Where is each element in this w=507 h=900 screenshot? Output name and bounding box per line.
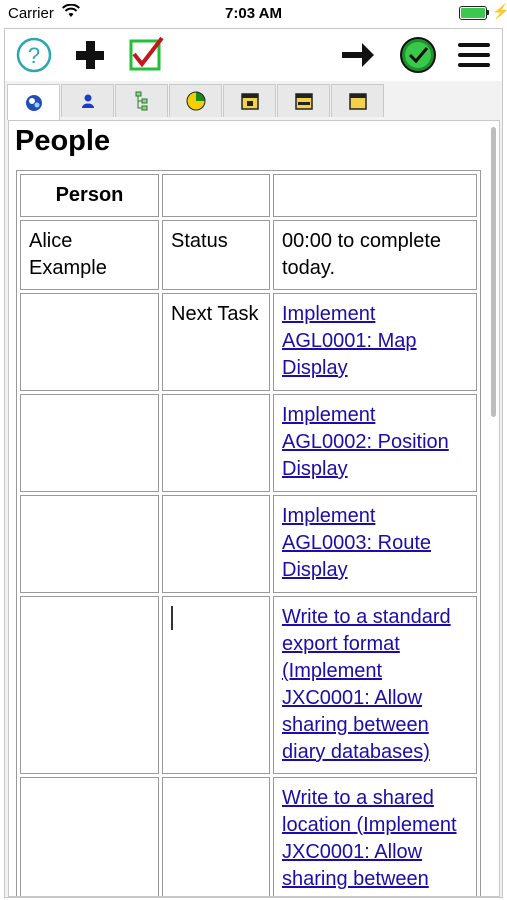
table-row: Write to a standard export format (Imple…: [20, 596, 477, 774]
tab-calendar-week[interactable]: [277, 84, 330, 117]
sync-button[interactable]: [399, 36, 437, 74]
task-link[interactable]: Implement AGL0002: Position Display: [282, 404, 449, 480]
tab-calendar-month[interactable]: [331, 84, 384, 117]
field-cell[interactable]: [162, 596, 270, 774]
vertical-scrollbar[interactable]: [491, 127, 496, 417]
task-link[interactable]: Implement AGL0003: Route Display: [282, 505, 431, 581]
calendar-month-icon: [348, 93, 367, 110]
progress-icon: [186, 91, 205, 111]
tab-bar: [5, 84, 502, 120]
task-link[interactable]: Write to a standard export format (Imple…: [282, 606, 451, 763]
header-person: Person: [20, 174, 159, 217]
hierarchy-icon: [135, 91, 147, 111]
task-link[interactable]: Write to a shared location (Implement JX…: [282, 787, 457, 896]
table-header-row: Person: [20, 174, 477, 217]
tab-calendar-day[interactable]: [223, 84, 276, 117]
svg-text:?: ?: [28, 43, 40, 68]
task-cell: Write to a shared location (Implement JX…: [273, 777, 477, 896]
person-cell: [20, 394, 159, 492]
page-title: People: [15, 125, 111, 157]
table-row: Implement AGL0003: Route Display: [20, 495, 477, 593]
field-cell: [162, 777, 270, 896]
field-cell: [162, 495, 270, 593]
tab-progress[interactable]: [169, 84, 222, 117]
green-check-circle-icon: [400, 37, 436, 73]
task-link[interactable]: Implement AGL0001: Map Display: [282, 303, 417, 379]
header-col2: [162, 174, 270, 217]
forward-button[interactable]: [339, 36, 377, 74]
status-bar: Carrier 7:03 AM ⚡: [0, 0, 507, 28]
person-cell: [20, 495, 159, 593]
table-row: Alice Example Status 00:00 to complete t…: [20, 220, 477, 290]
battery-tip: [487, 10, 489, 15]
field-label: Next Task: [162, 293, 270, 391]
task-cell: Implement AGL0002: Position Display: [273, 394, 477, 492]
plus-icon: [76, 41, 104, 69]
table-row: Write to a shared location (Implement JX…: [20, 777, 477, 896]
charging-bolt-icon: ⚡: [492, 3, 507, 19]
person-cell: [20, 293, 159, 391]
add-button[interactable]: [71, 36, 109, 74]
field-label: Status: [162, 220, 270, 290]
mark-complete-button[interactable]: [127, 36, 165, 74]
table-row: Implement AGL0002: Position Display: [20, 394, 477, 492]
menu-button[interactable]: [455, 36, 493, 74]
checkbox-checked-icon: [129, 36, 164, 71]
person-icon: [81, 94, 94, 108]
arrow-right-icon: [342, 43, 374, 67]
task-cell: Write to a standard export format (Imple…: [273, 596, 477, 774]
task-cell: Implement AGL0001: Map Display: [273, 293, 477, 391]
people-globe-icon: [25, 94, 42, 111]
help-button[interactable]: ?: [15, 36, 53, 74]
app-frame: ? People Person Alice Example Status 00:…: [4, 28, 503, 898]
task-cell: Implement AGL0003: Route Display: [273, 495, 477, 593]
clock-time: 7:03 AM: [225, 5, 282, 22]
hamburger-menu-icon: [458, 43, 490, 67]
calendar-day-icon: [240, 93, 259, 110]
people-table: Person Alice Example Status 00:00 to com…: [16, 170, 481, 896]
person-cell: [20, 777, 159, 896]
person-name: Alice Example: [20, 220, 159, 290]
battery-icon: [459, 6, 487, 20]
tab-people[interactable]: [7, 84, 60, 120]
tab-hierarchy[interactable]: [115, 84, 168, 117]
table-row: Next Task Implement AGL0001: Map Display: [20, 293, 477, 391]
field-cell: [162, 394, 270, 492]
header-col3: [273, 174, 477, 217]
question-circle-icon: ?: [16, 37, 52, 73]
calendar-week-icon: [294, 93, 313, 110]
toolbar: ?: [5, 29, 502, 81]
tab-person[interactable]: [61, 84, 114, 117]
person-cell: [20, 596, 159, 774]
people-content: People Person Alice Example Status 00:00…: [8, 120, 500, 897]
text-cursor: [171, 606, 173, 630]
status-value: 00:00 to complete today.: [273, 220, 477, 290]
